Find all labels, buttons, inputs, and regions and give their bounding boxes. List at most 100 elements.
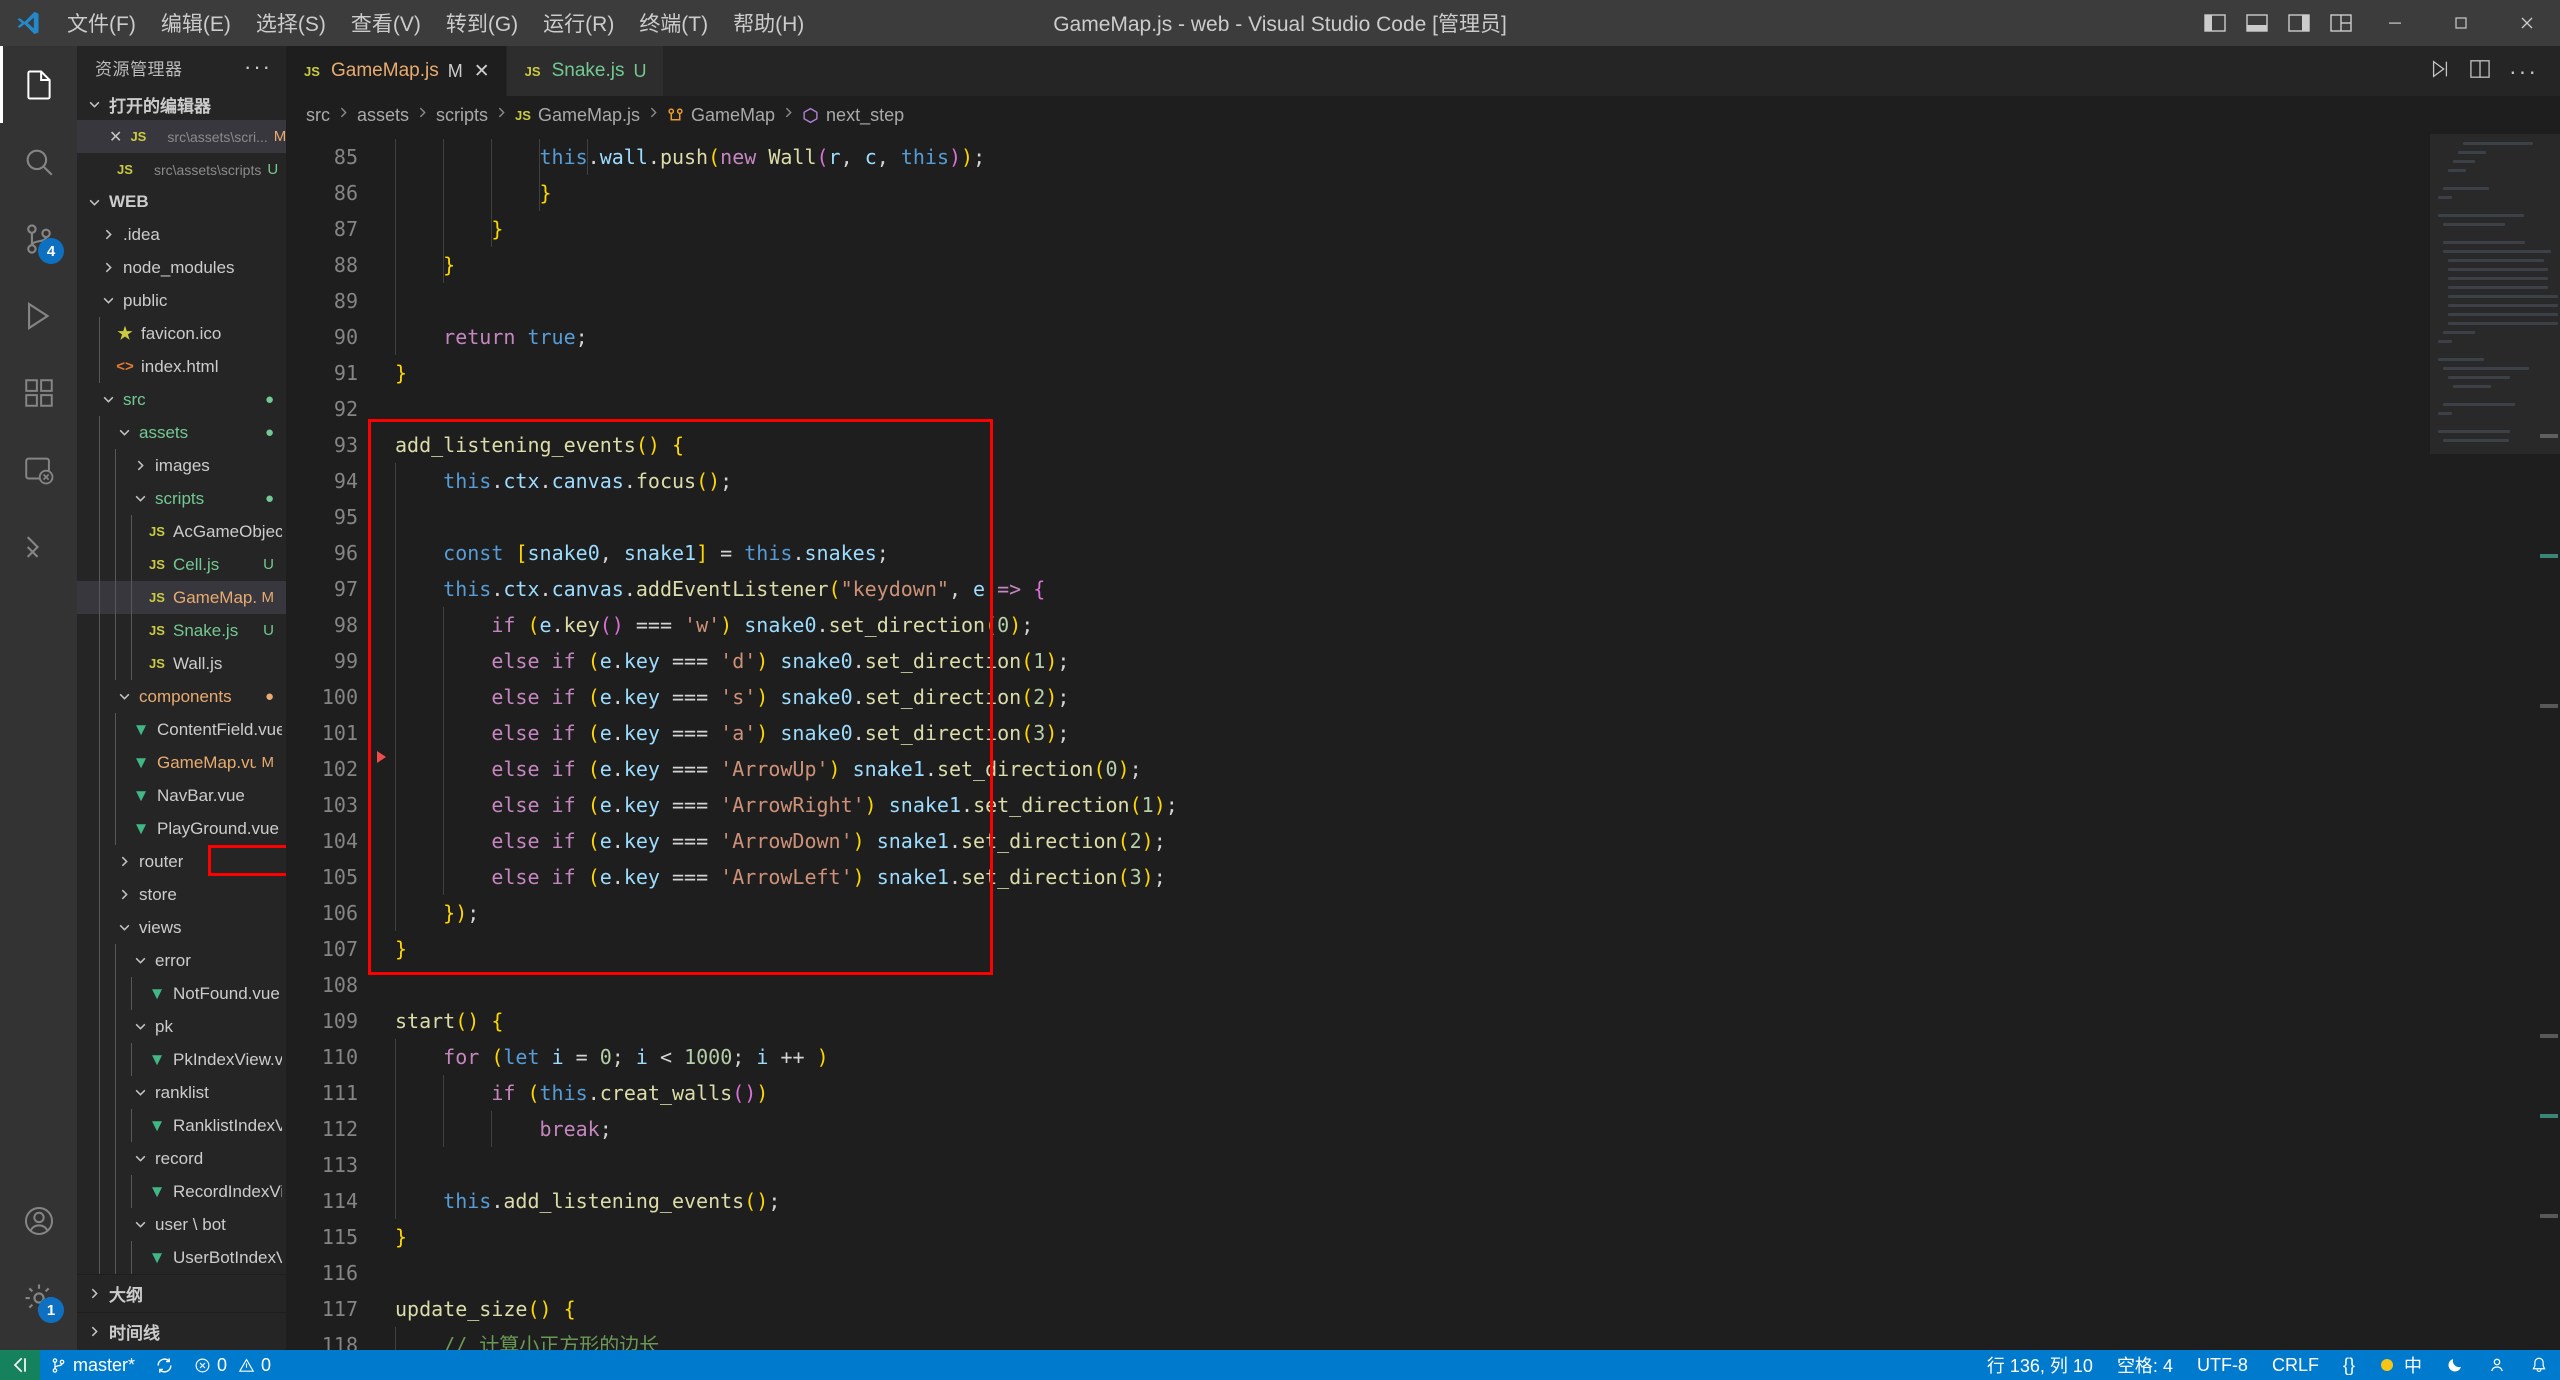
- workspace-header[interactable]: WEB: [77, 186, 286, 218]
- tree-item-cell-js[interactable]: JS Cell.js U: [77, 548, 286, 581]
- ime-indicator[interactable]: 中: [2367, 1350, 2434, 1380]
- code-line[interactable]: this.ctx.canvas.focus();: [395, 463, 2430, 499]
- activity-remote-explorer[interactable]: [0, 431, 77, 508]
- panel-left-icon[interactable]: [2194, 0, 2236, 46]
- activity-explorer[interactable]: [0, 46, 77, 123]
- tree-item-navbar-vue[interactable]: ▼ NavBar.vue: [77, 779, 286, 812]
- tree-item-pkindexview-vue[interactable]: ▼ PkIndexView.vue: [77, 1043, 286, 1076]
- tab-close-icon[interactable]: ✕: [474, 60, 490, 83]
- tree-item-pk[interactable]: pk: [77, 1010, 286, 1043]
- remote-indicator[interactable]: [0, 1350, 40, 1380]
- glyph-margin[interactable]: [371, 134, 395, 1350]
- tree-item-ranklistindexview-vue[interactable]: ▼ RanklistIndexView.vue: [77, 1109, 286, 1142]
- git-sync-button[interactable]: [145, 1350, 184, 1380]
- open-editors-header[interactable]: 打开的编辑器: [77, 88, 286, 120]
- code-line[interactable]: }: [395, 247, 2430, 283]
- tree-item-store[interactable]: store: [77, 878, 286, 911]
- code-line[interactable]: else if (e.key === 'ArrowDown') snake1.s…: [395, 823, 2430, 859]
- code-editor[interactable]: 85 86 87 88 89 90 91 92 93 94 95 96 97 98 99 100 101 102 1…: [286, 134, 2560, 1350]
- code-line[interactable]: for (let i = 0; i < 1000; i ++ ): [395, 1039, 2430, 1075]
- breadcrumb-item-gamemap[interactable]: GameMap: [667, 105, 775, 126]
- maximize-button[interactable]: [2428, 0, 2494, 46]
- tree-item-playground-vue[interactable]: ▼ PlayGround.vue: [77, 812, 286, 845]
- tab-snake-js[interactable]: JS Snake.js U: [506, 46, 664, 96]
- tree-item-snake-js[interactable]: JS Snake.js U: [77, 614, 286, 647]
- breadcrumb-item-scripts[interactable]: scripts: [436, 105, 488, 126]
- code-line[interactable]: else if (e.key === 'd') snake0.set_direc…: [395, 643, 2430, 679]
- problems-indicator[interactable]: 0 0: [184, 1350, 281, 1380]
- code-line[interactable]: start() {: [395, 1003, 2430, 1039]
- activity-search[interactable]: [0, 123, 77, 200]
- tree-item-error[interactable]: error: [77, 944, 286, 977]
- explorer-more-icon[interactable]: ···: [244, 54, 276, 80]
- code-line[interactable]: [395, 1255, 2430, 1291]
- menu-file[interactable]: 文件(F): [56, 4, 147, 42]
- breadcrumb-item-next-step[interactable]: next_step: [802, 105, 904, 126]
- tree-item-images[interactable]: images: [77, 449, 286, 482]
- menu-bar[interactable]: 文件(F) 编辑(E) 选择(S) 查看(V) 转到(G) 运行(R) 终端(T…: [56, 4, 815, 42]
- tree-item-components[interactable]: components ●: [77, 680, 286, 713]
- minimap[interactable]: [2430, 134, 2560, 1350]
- code-line[interactable]: return true;: [395, 319, 2430, 355]
- panel-right-icon[interactable]: [2278, 0, 2320, 46]
- cursor-position[interactable]: 行 136, 列 10: [1975, 1350, 2105, 1380]
- tree-item-index-html[interactable]: <> index.html: [77, 350, 286, 383]
- timeline-section[interactable]: 时间线: [77, 1312, 286, 1350]
- code-line[interactable]: if (e.key() === 'w') snake0.set_directio…: [395, 607, 2430, 643]
- code-line[interactable]: // 计算小正方形的边长: [395, 1327, 2430, 1350]
- code-line[interactable]: else if (e.key === 'ArrowRight') snake1.…: [395, 787, 2430, 823]
- menu-run[interactable]: 运行(R): [532, 4, 625, 42]
- tab-gamemap-js[interactable]: JS GameMap.js M ✕: [286, 46, 507, 96]
- language-mode[interactable]: {}: [2331, 1350, 2367, 1380]
- code-line[interactable]: [395, 391, 2430, 427]
- close-icon[interactable]: ✕: [109, 127, 122, 147]
- code-line[interactable]: else if (e.key === 'ArrowUp') snake1.set…: [395, 751, 2430, 787]
- code-line[interactable]: }: [395, 211, 2430, 247]
- tree-item-wall-js[interactable]: JS Wall.js: [77, 647, 286, 680]
- tree-item-recordindexview-vue[interactable]: ▼ RecordIndexView.vue: [77, 1175, 286, 1208]
- breadcrumb[interactable]: src assets scripts JS GameMap.js GameMap next_…: [286, 96, 2560, 134]
- breadcrumb-item-src[interactable]: src: [306, 105, 330, 126]
- tree-item-notfound-vue[interactable]: ▼ NotFound.vue: [77, 977, 286, 1010]
- tree-item-scripts[interactable]: scripts ●: [77, 482, 286, 515]
- code-line[interactable]: break;: [395, 1111, 2430, 1147]
- code-line[interactable]: }: [395, 1219, 2430, 1255]
- run-split-icon[interactable]: [2429, 58, 2451, 85]
- activity-testing[interactable]: [0, 508, 77, 585]
- breadcrumb-item-assets[interactable]: assets: [357, 105, 409, 126]
- code-line[interactable]: }: [395, 355, 2430, 391]
- breadcrumb-item-gamemap-js[interactable]: JS GameMap.js: [515, 105, 640, 126]
- menu-edit[interactable]: 编辑(E): [150, 4, 242, 42]
- tree-item-record[interactable]: record: [77, 1142, 286, 1175]
- eol-setting[interactable]: CRLF: [2260, 1350, 2331, 1380]
- activity-source-control[interactable]: 4: [0, 200, 77, 277]
- code-line[interactable]: this.add_listening_events();: [395, 1183, 2430, 1219]
- notifications-bell-icon[interactable]: [2518, 1350, 2560, 1380]
- tree-item-src[interactable]: src ●: [77, 383, 286, 416]
- tree-item-user-bot[interactable]: user \ bot: [77, 1208, 286, 1241]
- activity-extensions[interactable]: [0, 354, 77, 431]
- code-line[interactable]: if (this.creat_walls()): [395, 1075, 2430, 1111]
- tree-item-gamemap-vue[interactable]: ▼ GameMap.vue M: [77, 746, 286, 779]
- layout-grid-icon[interactable]: [2320, 0, 2362, 46]
- tree-item-public[interactable]: public: [77, 284, 286, 317]
- code-line[interactable]: }: [395, 931, 2430, 967]
- code-line[interactable]: }: [395, 175, 2430, 211]
- activity-run-debug[interactable]: [0, 277, 77, 354]
- code-line[interactable]: [395, 967, 2430, 1003]
- code-line[interactable]: const [snake0, snake1] = this.snakes;: [395, 535, 2430, 571]
- accounts-icon[interactable]: [2476, 1350, 2518, 1380]
- code-line[interactable]: add_listening_events() {: [395, 427, 2430, 463]
- code-line[interactable]: [395, 1147, 2430, 1183]
- panel-bottom-icon[interactable]: [2236, 0, 2278, 46]
- code-line[interactable]: this.wall.push(new Wall(r, c, this));: [395, 139, 2430, 175]
- tree-item-router[interactable]: router: [77, 845, 286, 878]
- code-line[interactable]: this.ctx.canvas.addEventListener("keydow…: [395, 571, 2430, 607]
- code-line[interactable]: else if (e.key === 's') snake0.set_direc…: [395, 679, 2430, 715]
- activity-settings[interactable]: 1: [0, 1259, 77, 1336]
- split-editor-icon[interactable]: [2469, 59, 2491, 84]
- tree-item-contentfield-vue[interactable]: ▼ ContentField.vue: [77, 713, 286, 746]
- code-line[interactable]: });: [395, 895, 2430, 931]
- encoding-setting[interactable]: UTF-8: [2185, 1350, 2260, 1380]
- tree-item-userbotindexview-vue[interactable]: ▼ UserBotIndexView.vue: [77, 1241, 286, 1274]
